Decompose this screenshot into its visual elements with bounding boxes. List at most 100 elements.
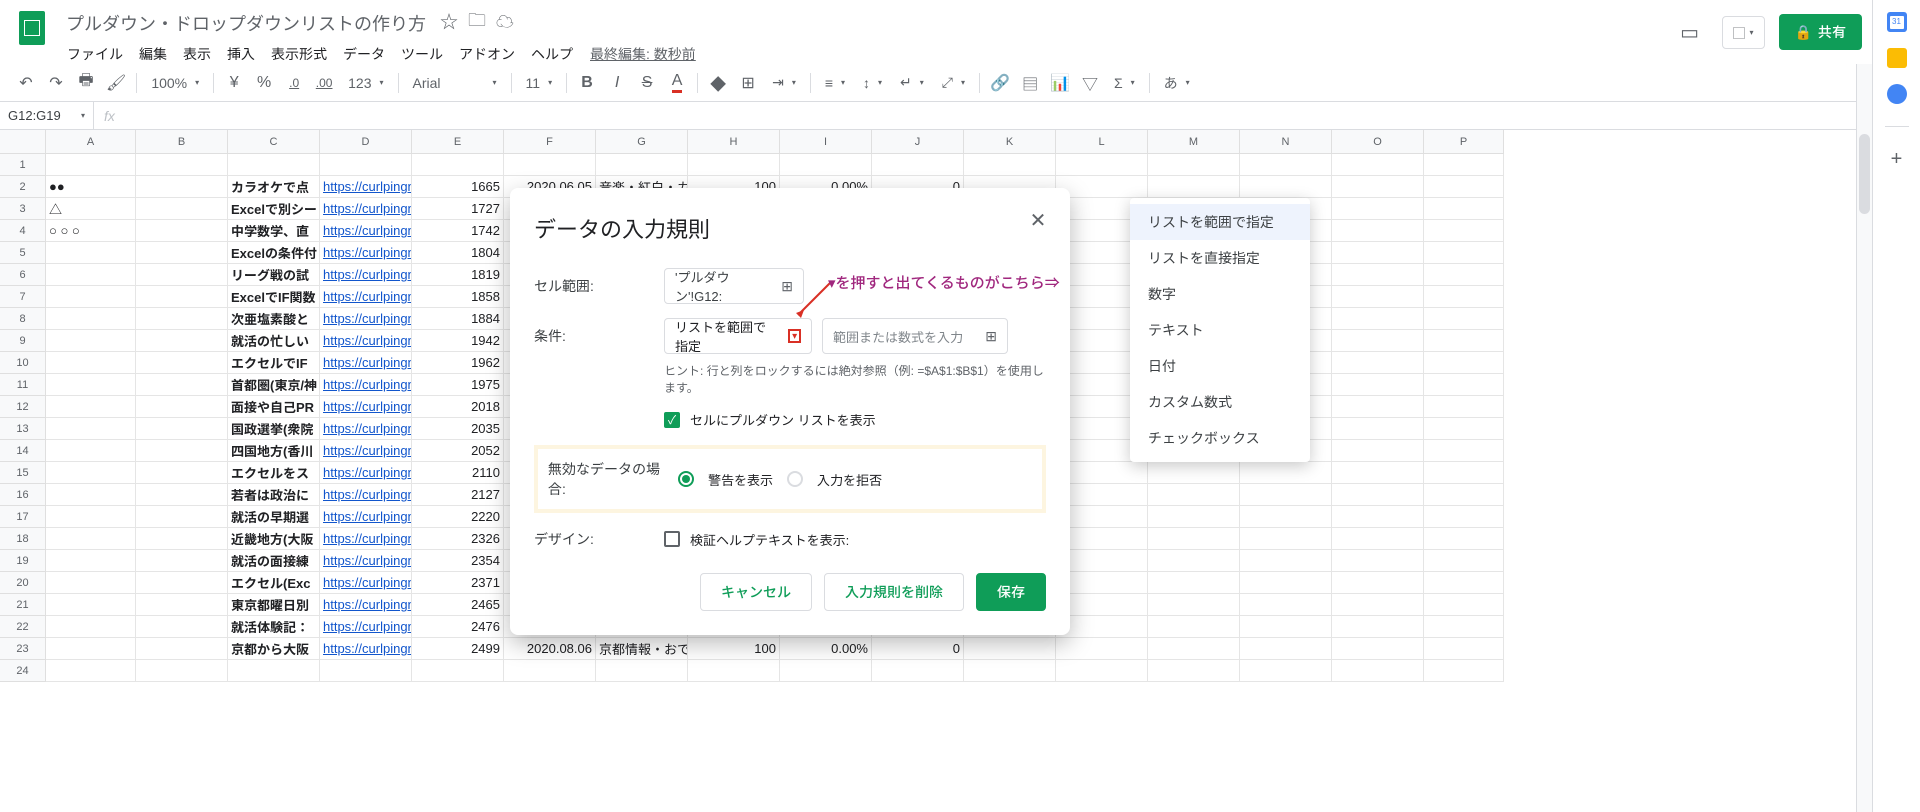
cell[interactable] [1332,484,1424,506]
cell[interactable] [46,352,136,374]
cell[interactable]: https://curlpingn [320,506,412,528]
add-addon-icon[interactable]: + [1887,149,1907,169]
cell[interactable] [1056,638,1148,660]
cell[interactable] [872,154,964,176]
cell[interactable] [1332,594,1424,616]
cell[interactable] [228,154,320,176]
cell[interactable] [780,660,872,682]
cell[interactable] [1240,176,1332,198]
cell[interactable] [228,660,320,682]
currency-button[interactable]: ¥ [220,69,248,97]
borders-button[interactable]: ⊞ [734,69,762,97]
wrap-button[interactable]: ↵▾ [892,69,932,97]
cell[interactable] [1148,594,1240,616]
cell[interactable] [1148,528,1240,550]
cell[interactable] [412,154,504,176]
row-header[interactable]: 12 [0,396,46,418]
row-header[interactable]: 7 [0,286,46,308]
fill-color-button[interactable]: ◆ [704,69,732,97]
row-header[interactable]: 15 [0,462,46,484]
cell[interactable] [1424,352,1504,374]
share-button[interactable]: 🔒共有 [1779,14,1862,50]
cell[interactable] [872,660,964,682]
cell[interactable] [1332,176,1424,198]
menu-表示形式[interactable]: 表示形式 [264,40,334,68]
cell[interactable] [1148,550,1240,572]
cell[interactable]: エクセルでIF [228,352,320,374]
cell[interactable] [1148,638,1240,660]
cell[interactable] [136,418,228,440]
cell[interactable] [46,638,136,660]
cell[interactable]: https://curlpingn [320,396,412,418]
cell[interactable] [136,594,228,616]
cell[interactable] [136,154,228,176]
cell[interactable] [136,462,228,484]
cell[interactable] [136,396,228,418]
cell[interactable]: 2499 [412,638,504,660]
cell[interactable]: Excelで別シー [228,198,320,220]
cell[interactable] [1424,638,1504,660]
cell[interactable] [136,616,228,638]
menu-ファイル[interactable]: ファイル [60,40,130,68]
cell[interactable] [46,594,136,616]
cell[interactable] [1424,286,1504,308]
cell[interactable] [46,330,136,352]
cell[interactable]: 1819 [412,264,504,286]
cell[interactable] [1240,660,1332,682]
cell[interactable] [964,660,1056,682]
row-header[interactable]: 6 [0,264,46,286]
cell[interactable] [1424,198,1504,220]
cell[interactable] [320,660,412,682]
col-header-A[interactable]: A [46,130,136,154]
cell[interactable] [1424,396,1504,418]
cell[interactable] [1332,528,1424,550]
cell[interactable] [46,484,136,506]
cell[interactable]: https://curlpingn [320,572,412,594]
save-button[interactable]: 保存 [976,573,1046,611]
cell[interactable] [1056,154,1148,176]
cell[interactable]: 1884 [412,308,504,330]
cell[interactable]: https://curlpingn [320,198,412,220]
cell[interactable] [1240,572,1332,594]
cell[interactable] [136,264,228,286]
cell[interactable]: 1665 [412,176,504,198]
cell[interactable]: 2110 [412,462,504,484]
cell[interactable]: カラオケで点 [228,176,320,198]
cell[interactable] [136,572,228,594]
dropdown-item[interactable]: テキスト [1130,312,1310,348]
cell[interactable] [412,660,504,682]
cell[interactable] [46,418,136,440]
row-header[interactable]: 1 [0,154,46,176]
cell[interactable] [504,660,596,682]
cell[interactable]: エクセル(Exc [228,572,320,594]
move-icon[interactable]: 🗀 [468,8,486,38]
select-all-corner[interactable] [0,130,46,154]
cell[interactable]: 100 [688,638,780,660]
cancel-button[interactable]: キャンセル [700,573,812,611]
cell[interactable] [136,220,228,242]
cell[interactable]: 2465 [412,594,504,616]
cell[interactable] [1424,418,1504,440]
cell[interactable]: 2476 [412,616,504,638]
cell[interactable] [1240,638,1332,660]
cell[interactable] [1332,660,1424,682]
cell[interactable] [1332,550,1424,572]
percent-button[interactable]: % [250,69,278,97]
col-header-I[interactable]: I [780,130,872,154]
menu-アドオン[interactable]: アドオン [452,40,522,68]
cell[interactable]: https://curlpingn [320,330,412,352]
dropdown-item[interactable]: カスタム数式 [1130,384,1310,420]
cell[interactable] [1332,242,1424,264]
cell[interactable] [46,286,136,308]
cell[interactable] [136,528,228,550]
cell[interactable] [1424,462,1504,484]
app-logo[interactable] [12,8,52,48]
cell[interactable]: 2018 [412,396,504,418]
cell[interactable]: 1942 [412,330,504,352]
cell[interactable] [1332,462,1424,484]
grid-select-icon[interactable]: ⊞ [781,278,793,295]
comment-button[interactable]: ▤ [1016,69,1044,97]
cell[interactable]: 中学数学、直 [228,220,320,242]
cell[interactable] [1240,594,1332,616]
row-header[interactable]: 8 [0,308,46,330]
